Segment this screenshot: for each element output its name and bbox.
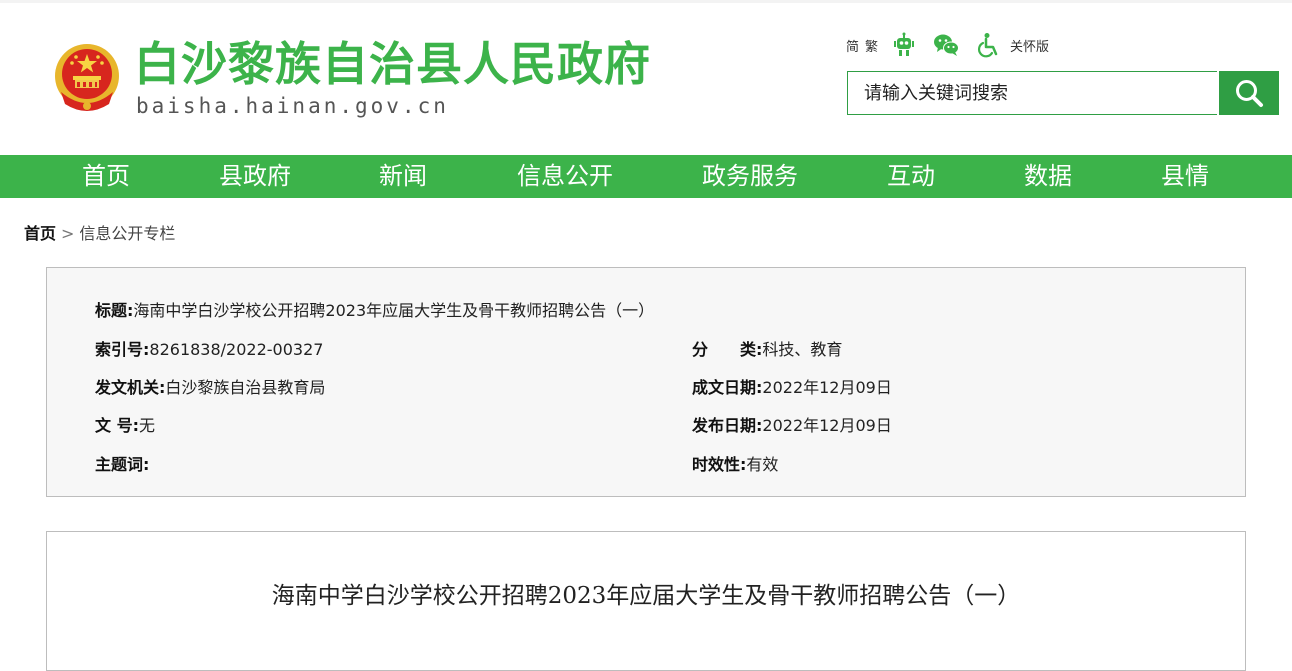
traditional-chinese-link[interactable]: 繁 xyxy=(865,36,878,55)
info-index-label: 索引号: xyxy=(95,340,150,359)
search-button[interactable] xyxy=(1219,71,1279,115)
info-index-value: 8261838/2022-00327 xyxy=(149,340,324,359)
search-box xyxy=(847,71,1217,115)
breadcrumb: 首页 > 信息公开专栏 xyxy=(24,220,175,244)
info-keywords: 主题词: xyxy=(95,451,149,475)
site-domain: baisha.hainan.gov.cn xyxy=(136,94,449,118)
info-title: 标题:海南中学白沙学校公开招聘2023年应届大学生及骨干教师招聘公告（一） xyxy=(95,297,654,321)
info-issuer: 发文机关:白沙黎族自治县教育局 xyxy=(95,374,325,398)
nav-item-data[interactable]: 数据 xyxy=(1024,155,1072,198)
search-input[interactable] xyxy=(862,81,1217,105)
article-panel: 海南中学白沙学校公开招聘2023年应届大学生及骨干教师招聘公告（一） xyxy=(46,531,1246,671)
info-issuer-label: 发文机关: xyxy=(95,378,166,397)
info-docno-label: 文 号: xyxy=(95,416,139,435)
article-title: 海南中学白沙学校公开招聘2023年应届大学生及骨干教师招聘公告（一） xyxy=(271,583,1021,609)
info-validity-label: 时效性: xyxy=(692,455,747,474)
info-category-label: 分 类: xyxy=(692,340,763,359)
info-category: 分 类:科技、教育 xyxy=(692,336,842,360)
wechat-icon[interactable] xyxy=(931,32,961,58)
info-published-value: 2022年12月09日 xyxy=(762,416,892,435)
care-mode-link[interactable]: 关怀版 xyxy=(1010,36,1049,55)
info-index: 索引号:8261838/2022-00327 xyxy=(95,336,323,360)
nav-item-county-government[interactable]: 县政府 xyxy=(219,155,291,198)
info-doc-number: 文 号:无 xyxy=(95,412,155,436)
nav-item-county-profile[interactable]: 县情 xyxy=(1161,155,1209,198)
breadcrumb-home[interactable]: 首页 xyxy=(24,224,56,243)
breadcrumb-separator: > xyxy=(61,224,75,243)
info-published-label: 发布日期: xyxy=(692,416,763,435)
top-border xyxy=(0,0,1292,3)
info-category-value: 科技、教育 xyxy=(762,340,843,359)
site-name[interactable]: 白沙黎族自治县人民政府 xyxy=(134,34,651,94)
simplified-chinese-link[interactable]: 简 xyxy=(846,36,859,55)
nav-item-interaction[interactable]: 互动 xyxy=(887,155,935,198)
main-nav: 首页 县政府 新闻 信息公开 政务服务 互动 数据 县情 xyxy=(0,155,1292,198)
nav-item-news[interactable]: 新闻 xyxy=(379,155,427,198)
national-emblem-icon[interactable] xyxy=(53,42,121,114)
robot-icon[interactable] xyxy=(891,32,917,58)
breadcrumb-current[interactable]: 信息公开专栏 xyxy=(79,224,175,243)
info-validity-value: 有效 xyxy=(746,455,779,474)
info-docno-value: 无 xyxy=(138,416,155,435)
info-validity: 时效性:有效 xyxy=(692,451,778,475)
header-tools: 简 繁 关怀版 xyxy=(846,32,1049,58)
info-published-date: 发布日期:2022年12月09日 xyxy=(692,412,892,436)
accessibility-icon[interactable] xyxy=(975,32,1001,58)
nav-item-home[interactable]: 首页 xyxy=(82,155,130,198)
info-keywords-label: 主题词: xyxy=(95,455,150,474)
document-info-panel: 标题:海南中学白沙学校公开招聘2023年应届大学生及骨干教师招聘公告（一） 索引… xyxy=(46,267,1246,497)
info-title-value: 海南中学白沙学校公开招聘2023年应届大学生及骨干教师招聘公告（一） xyxy=(133,301,655,320)
nav-item-government-services[interactable]: 政务服务 xyxy=(702,155,798,198)
nav-item-info-disclosure[interactable]: 信息公开 xyxy=(517,155,613,198)
info-created-label: 成文日期: xyxy=(692,378,763,397)
info-issuer-value: 白沙黎族自治县教育局 xyxy=(165,378,326,397)
info-created-value: 2022年12月09日 xyxy=(762,378,892,397)
info-created-date: 成文日期:2022年12月09日 xyxy=(692,374,892,398)
search-icon xyxy=(1236,80,1263,107)
info-title-label: 标题: xyxy=(95,301,134,320)
